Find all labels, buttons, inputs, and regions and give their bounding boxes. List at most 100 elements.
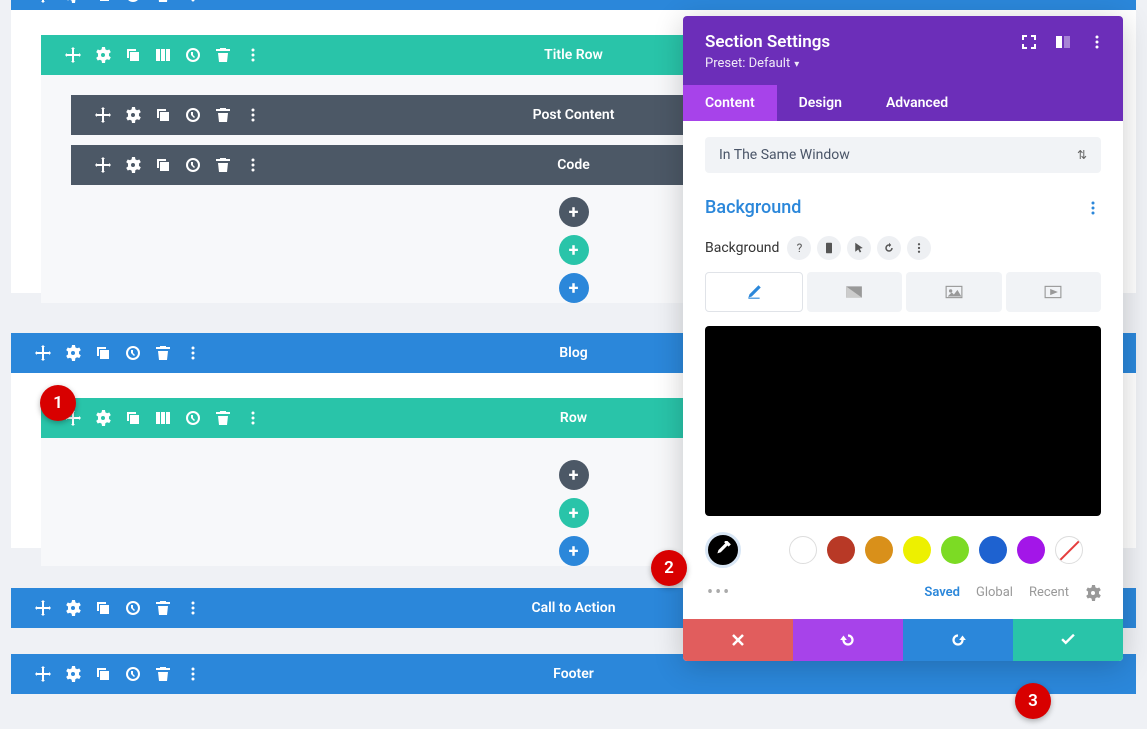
swatch-orange[interactable] [865,536,893,564]
move-icon[interactable] [65,47,81,63]
gear-icon[interactable] [65,345,81,361]
more-icon[interactable] [1085,200,1101,216]
more-icon[interactable] [245,47,261,63]
save-button[interactable] [1013,619,1123,661]
power-icon[interactable] [185,410,201,426]
help-icon[interactable]: ? [787,236,811,260]
power-icon[interactable] [185,47,201,63]
move-icon[interactable] [95,107,111,123]
more-icon[interactable] [245,157,261,173]
preset-saved[interactable]: Saved [924,585,960,600]
trash-icon[interactable] [215,410,231,426]
trash-icon[interactable] [215,157,231,173]
swatch-purple[interactable] [1017,536,1045,564]
add-module-button[interactable]: + [559,460,589,490]
trash-icon[interactable] [155,345,171,361]
reset-icon[interactable] [877,236,901,260]
swatch-transparent[interactable] [1055,536,1083,564]
bg-video-tab[interactable] [1006,272,1102,312]
expand-icon[interactable] [1021,34,1037,50]
swatch-yellow[interactable] [903,536,931,564]
more-icon[interactable] [185,666,201,682]
gear-icon[interactable] [65,0,81,3]
more-icon[interactable] [245,107,261,123]
columns-icon[interactable] [155,410,171,426]
more-icon[interactable] [1089,34,1105,50]
tab-content[interactable]: Content [683,85,777,121]
gear-icon[interactable] [125,107,141,123]
duplicate-icon[interactable] [95,666,111,682]
more-colors-icon[interactable]: ••• [707,582,731,603]
link-target-dropdown[interactable]: In The Same Window [705,137,1101,173]
gear-icon[interactable] [125,157,141,173]
bg-image-tab[interactable] [906,272,1002,312]
move-icon[interactable] [35,0,51,3]
columns-icon[interactable] [155,47,171,63]
snap-icon[interactable] [1055,34,1071,50]
preset-global[interactable]: Global [976,585,1013,600]
duplicate-icon[interactable] [95,600,111,616]
tab-advanced[interactable]: Advanced [864,85,970,121]
more-icon[interactable] [245,410,261,426]
gear-icon[interactable] [65,666,81,682]
phone-icon[interactable] [817,236,841,260]
panel-preset[interactable]: Preset: Default [705,56,1101,71]
gear-icon[interactable] [65,600,81,616]
more-icon[interactable] [185,345,201,361]
add-section-button[interactable]: + [559,273,589,303]
color-preview[interactable] [705,326,1101,516]
swatch-black[interactable] [751,536,779,564]
gear-icon[interactable] [1085,585,1101,601]
duplicate-icon[interactable] [95,345,111,361]
background-label-row: Background ? [705,236,1101,260]
bg-color-tab[interactable] [705,272,803,312]
power-icon[interactable] [125,345,141,361]
swatch-blue[interactable] [979,536,1007,564]
section-our-services[interactable]: Our Services [11,0,1136,10]
power-icon[interactable] [185,107,201,123]
add-row-button[interactable]: + [559,498,589,528]
trash-icon[interactable] [155,0,171,3]
swatch-green[interactable] [941,536,969,564]
trash-icon[interactable] [215,107,231,123]
trash-icon[interactable] [155,666,171,682]
section-label: Our Services [534,0,614,3]
more-icon[interactable] [185,600,201,616]
preset-recent[interactable]: Recent [1029,585,1069,600]
move-icon[interactable] [35,666,51,682]
duplicate-icon[interactable] [125,410,141,426]
swatch-darkred[interactable] [827,536,855,564]
more-icon[interactable] [907,236,931,260]
power-icon[interactable] [125,600,141,616]
chevron-up-icon[interactable] [1102,0,1118,3]
trash-icon[interactable] [155,600,171,616]
duplicate-icon[interactable] [125,47,141,63]
hover-icon[interactable] [847,236,871,260]
tab-design[interactable]: Design [777,85,864,121]
duplicate-icon[interactable] [95,0,111,3]
trash-icon[interactable] [215,47,231,63]
add-section-button[interactable]: + [559,536,589,566]
gear-icon[interactable] [95,410,111,426]
duplicate-icon[interactable] [155,157,171,173]
eyedropper-swatch[interactable] [705,532,741,568]
undo-button[interactable] [793,619,903,661]
save-icon[interactable] [125,0,141,3]
add-module-button[interactable]: + [559,197,589,227]
gear-icon[interactable] [95,47,111,63]
add-row-button[interactable]: + [559,235,589,265]
duplicate-icon[interactable] [155,107,171,123]
swatch-white[interactable] [789,536,817,564]
power-icon[interactable] [125,666,141,682]
move-icon[interactable] [95,157,111,173]
more-icon[interactable] [185,0,201,3]
move-icon[interactable] [35,345,51,361]
cancel-button[interactable] [683,619,793,661]
move-icon[interactable] [35,600,51,616]
panel-header[interactable]: Section Settings Preset: Default [683,16,1123,85]
power-icon[interactable] [185,157,201,173]
preset-row: ••• Saved Global Recent [705,582,1101,603]
panel-footer [683,619,1123,661]
bg-gradient-tab[interactable] [807,272,903,312]
redo-button[interactable] [903,619,1013,661]
